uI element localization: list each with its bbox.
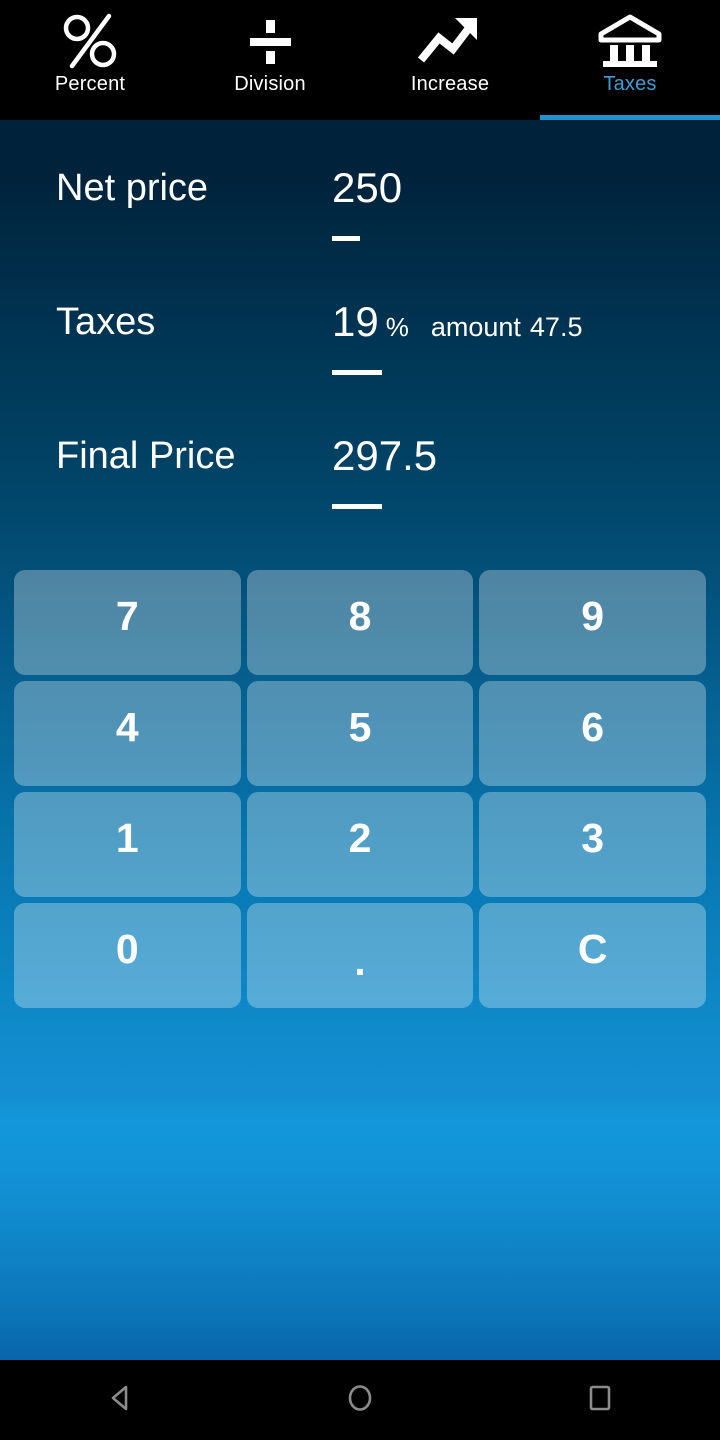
final-price-label: Final Price: [56, 435, 236, 477]
tab-increase-label: Increase: [410, 73, 490, 95]
tab-bar: Percent Division Increase Taxes: [0, 0, 720, 120]
keypad: 7 8 9 4 5 6 1 2 3 0 . C: [14, 570, 707, 1014]
key-clear[interactable]: C: [479, 903, 707, 1008]
taxes-value: 19: [332, 298, 379, 345]
net-price-field[interactable]: 250: [332, 164, 402, 212]
bank-icon: [597, 12, 663, 70]
net-price-underline: [332, 236, 360, 241]
key-7[interactable]: 7: [14, 570, 241, 675]
key-2-label: 2: [348, 815, 372, 861]
division-icon: [241, 12, 299, 70]
key-decimal-label: .: [354, 938, 366, 984]
keypad-row: 4 5 6: [14, 681, 707, 786]
key-4-label: 4: [115, 704, 139, 750]
final-price-underline: [332, 504, 382, 509]
calculator-body: Net price 250 Taxes 19 % amount 47.5 Fin…: [0, 120, 720, 1360]
key-clear-label: C: [577, 926, 608, 972]
amount-label: amount: [430, 312, 521, 342]
key-8-label: 8: [348, 593, 372, 639]
trending-up-icon: [415, 12, 485, 70]
keypad-row: 7 8 9: [14, 570, 707, 675]
app-window: Percent Division Increase Taxes Net pric…: [0, 0, 720, 1440]
key-7-label: 7: [115, 593, 139, 639]
taxes-field[interactable]: 19 % amount 47.5: [332, 298, 582, 351]
tab-division-label: Division: [234, 73, 306, 95]
key-6[interactable]: 6: [479, 681, 707, 786]
key-5-label: 5: [348, 704, 372, 750]
tab-division[interactable]: Division: [180, 0, 360, 120]
key-0[interactable]: 0: [14, 903, 241, 1008]
percent-icon: [59, 12, 121, 70]
back-icon: [103, 1381, 137, 1420]
final-price-value: 297.5: [332, 432, 438, 479]
key-1-label: 1: [115, 815, 139, 861]
taxes-underline: [332, 370, 382, 375]
home-icon: [343, 1381, 377, 1420]
tab-percent[interactable]: Percent: [0, 0, 180, 120]
tab-increase[interactable]: Increase: [360, 0, 540, 120]
key-3[interactable]: 3: [479, 792, 707, 897]
net-price-value: 250: [332, 164, 403, 211]
tab-percent-label: Percent: [54, 73, 126, 95]
key-4[interactable]: 4: [14, 681, 241, 786]
final-price-field: 297.5: [332, 432, 437, 480]
percent-unit: %: [385, 312, 409, 342]
key-6-label: 6: [581, 704, 605, 750]
keypad-row: 0 . C: [14, 903, 707, 1008]
key-decimal[interactable]: .: [246, 903, 474, 1008]
net-price-label: Net price: [56, 167, 209, 209]
key-5[interactable]: 5: [246, 681, 474, 786]
key-2[interactable]: 2: [246, 792, 474, 897]
keypad-row: 1 2 3: [14, 792, 707, 897]
recents-button[interactable]: [540, 1360, 660, 1440]
taxes-label: Taxes: [56, 301, 156, 343]
tab-taxes-label: Taxes: [603, 73, 657, 95]
tab-taxes[interactable]: Taxes: [540, 0, 720, 120]
key-9[interactable]: 9: [479, 570, 707, 675]
key-1[interactable]: 1: [14, 792, 241, 897]
amount-value: 47.5: [529, 312, 583, 342]
key-0-label: 0: [115, 926, 139, 972]
row-taxes: Taxes 19 % amount 47.5: [0, 298, 720, 394]
key-8[interactable]: 8: [246, 570, 474, 675]
home-button[interactable]: [300, 1360, 420, 1440]
recents-icon: [583, 1381, 617, 1420]
row-net-price: Net price 250: [0, 164, 720, 260]
key-9-label: 9: [581, 593, 605, 639]
key-3-label: 3: [581, 815, 605, 861]
android-navigation-bar: [0, 1360, 720, 1440]
back-button[interactable]: [60, 1360, 180, 1440]
row-final-price: Final Price 297.5: [0, 432, 720, 528]
